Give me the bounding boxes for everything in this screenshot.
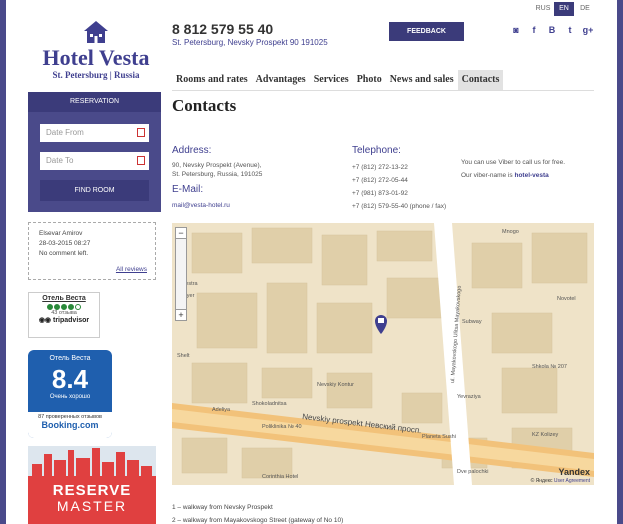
map-copyright: © Яндекс User Agreement (531, 478, 590, 484)
map-label: Poliklinika № 40 (262, 424, 302, 430)
booking-footer: 87 проверенных отзывов Booking.com (28, 412, 112, 438)
zoom-slider[interactable] (175, 239, 187, 309)
calendar-icon[interactable] (137, 128, 145, 137)
map-label: Dve palochki (457, 469, 489, 475)
tripadvisor-title: Отель Веста (42, 295, 86, 302)
address-text: 90, Nevsky Prospekt (Avenue), St. Peters… (172, 161, 262, 179)
direction-note: 1 – walkway from Nevsky Prospekt (172, 504, 273, 511)
map-copyright-text: © Яндекс (530, 478, 553, 484)
tripadvisor-widget[interactable]: Отель Веста 43 отзыва ◉◉ tripadvisor (28, 292, 100, 338)
zoom-out-button[interactable]: − (175, 227, 187, 239)
page-title: Contacts (172, 96, 237, 115)
nav-item-advantages[interactable]: Advantages (252, 70, 310, 90)
map-label: Novotel (557, 296, 576, 302)
logo-subtitle: St. Petersburg | Russia (52, 70, 140, 80)
booking-hotel: Отель Веста (49, 355, 91, 362)
date-to-placeholder: Date To (46, 156, 74, 165)
header-phone: 8 812 579 55 40 (172, 21, 274, 37)
phone-number[interactable]: +7 (812) 272-13-22 (352, 161, 446, 174)
map-label: Yevraziya (457, 394, 482, 400)
viber-name-line: Our viber-name is hotel-vesta (461, 169, 565, 182)
language-switcher: RUS EN DE (533, 2, 596, 16)
map-label: Subway (462, 319, 482, 325)
lang-rus[interactable]: RUS (533, 2, 553, 16)
reserve-master-banner[interactable]: RESERVE MASTER (28, 446, 156, 524)
feedback-button[interactable]: FEEDBACK (389, 22, 464, 41)
map-label: Planeta Sushi (422, 434, 456, 440)
phone-number[interactable]: +7 (981) 873-01-92 (352, 187, 446, 200)
map-label: Adeliya (212, 407, 231, 413)
nav-item-rooms-and-rates[interactable]: Rooms and rates (172, 70, 252, 90)
tripadvisor-logo: ◉◉ tripadvisor (29, 316, 99, 324)
map-label: Shkola № 207 (532, 364, 567, 370)
calendar-icon[interactable] (137, 156, 145, 165)
google-plus-icon[interactable]: g+ (582, 25, 594, 35)
booking-score: 8.4 (51, 364, 89, 394)
all-reviews-link[interactable]: All reviews (116, 265, 147, 275)
map-label: Shokoladnitsa (252, 401, 287, 407)
date-from-placeholder: Date From (46, 128, 84, 137)
direction-note: 2 – walkway from Mayakovskogo Street (ga… (172, 517, 344, 524)
map-canvas[interactable]: Subway Nevskiy Kontur Shokoladnitsa Adel… (172, 223, 594, 485)
lang-de[interactable]: DE (575, 2, 595, 16)
header-address: St. Petersburg, Nevsky Prospekt 90 19102… (172, 38, 328, 47)
nav-item-photo[interactable]: Photo (353, 70, 386, 90)
lang-en[interactable]: EN (554, 2, 574, 16)
viber-name[interactable]: hotel-vesta (514, 172, 548, 179)
date-from-input[interactable]: Date From (40, 124, 149, 142)
nav-item-contacts[interactable]: Contacts (457, 70, 504, 90)
phone-number[interactable]: +7 (812) 272-05-44 (352, 174, 446, 187)
booking-logo: Booking.com (41, 420, 99, 430)
owl-icon: ◉◉ (38, 317, 53, 324)
address-line: St. Petersburg, Russia, 191025 (172, 171, 263, 178)
booking-widget[interactable]: Отель Веста 8.4 Очень хорошо 87 проверен… (28, 350, 112, 438)
hotel-logo[interactable]: Hotel Vesta St. Petersburg | Russia (26, 20, 166, 80)
viber-line: You can use Viber to call us for free. (461, 159, 566, 166)
viber-prefix: Our viber-name is (461, 172, 515, 179)
review-card: Elsevar Amirov 28-03-2015 08:27 No comme… (28, 222, 156, 280)
map-label: Corinthia Hotel (262, 474, 298, 480)
social-links: ◙ f Bt g+ (510, 25, 594, 35)
vk-icon[interactable]: B (546, 25, 558, 35)
nav-item-news-and-sales[interactable]: News and sales (386, 70, 458, 90)
banner-line1: RESERVE (52, 482, 132, 499)
user-agreement-link[interactable]: User Agreement (554, 478, 590, 484)
date-to-input[interactable]: Date To (40, 152, 149, 170)
review-text: No comment left. (39, 250, 89, 257)
review-date: 28-03-2015 08:27 (39, 240, 91, 247)
zoom-in-button[interactable]: + (175, 309, 187, 321)
address-label: Address: (172, 145, 212, 156)
banner-line2: MASTER (56, 498, 128, 514)
phone-list: +7 (812) 272-13-22 +7 (812) 272-05-44 +7… (352, 161, 446, 213)
facebook-icon[interactable]: f (528, 25, 540, 35)
instagram-icon[interactable]: ◙ (510, 25, 522, 35)
logo-name: Hotel Vesta (42, 45, 150, 70)
nav-item-services[interactable]: Services (310, 70, 353, 90)
address-line: 90, Nevsky Prospekt (Avenue), (172, 162, 262, 169)
tripadvisor-logo-text: tripadvisor (52, 317, 90, 324)
find-room-button[interactable]: FIND ROOM (40, 180, 149, 201)
map-label: KZ Kolizey (532, 432, 559, 438)
phone-number[interactable]: +7 (812) 579-55-40 (phone / fax) (352, 200, 446, 213)
yandex-logo: Yandex (558, 467, 590, 477)
twitter-icon[interactable]: t (564, 25, 576, 35)
map-label: Nevskiy Kontur (317, 382, 354, 388)
reservation-title: RESERVATION (28, 92, 161, 112)
map-label: Shelt (177, 353, 190, 359)
email-link[interactable]: mail@vesta-hotel.ru (172, 201, 230, 210)
reservation-form: Date From Date To FIND ROOM (28, 112, 161, 212)
map-label: Mnogo (502, 229, 519, 235)
house-icon (83, 20, 109, 44)
page: Hotel Vesta St. Petersburg | Russia 8 81… (6, 0, 617, 524)
telephone-label: Telephone: (352, 145, 401, 156)
review-author: Elsevar Amirov (39, 230, 83, 237)
viber-info: You can use Viber to call us for free. O… (461, 156, 565, 182)
booking-score-word: Очень хорошо (49, 394, 91, 400)
nav-divider (172, 90, 594, 91)
email-label: E-Mail: (172, 184, 204, 195)
map-zoom-control: − + (175, 227, 187, 321)
yandex-map[interactable]: Subway Nevskiy Kontur Shokoladnitsa Adel… (172, 223, 594, 485)
main-nav: Rooms and rates Advantages Services Photo Ne… (172, 70, 504, 90)
